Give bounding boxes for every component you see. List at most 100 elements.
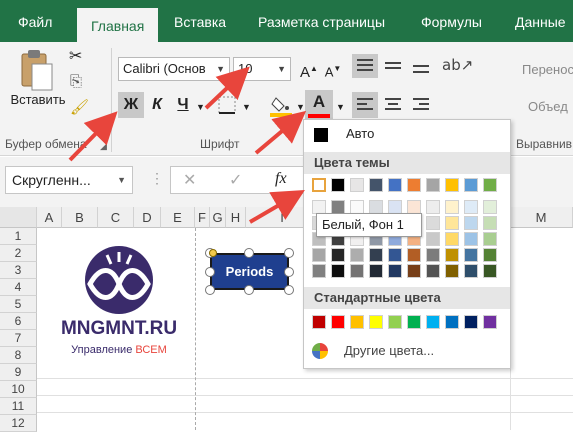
tab-file[interactable]: Файл bbox=[4, 0, 66, 42]
periods-shape[interactable]: Periods bbox=[205, 248, 294, 295]
theme-color-swatch[interactable] bbox=[445, 264, 459, 278]
resize-handle[interactable] bbox=[244, 248, 254, 258]
theme-color-swatch[interactable] bbox=[407, 264, 421, 278]
resize-handle[interactable] bbox=[284, 267, 294, 277]
theme-color-swatch[interactable] bbox=[350, 178, 364, 192]
standard-color-swatch[interactable] bbox=[407, 315, 421, 329]
align-middle-button[interactable] bbox=[380, 54, 406, 81]
theme-color-swatch[interactable] bbox=[407, 178, 421, 192]
standard-color-swatch[interactable] bbox=[312, 315, 326, 329]
tab-data[interactable]: Данные bbox=[501, 0, 573, 42]
cut-icon[interactable]: ✂ bbox=[69, 46, 82, 65]
theme-color-swatch[interactable] bbox=[464, 200, 478, 214]
row-header[interactable]: 5 bbox=[0, 296, 37, 313]
font-size-combo[interactable]: 10 ▼ bbox=[233, 57, 291, 81]
align-center-button[interactable] bbox=[380, 92, 406, 121]
theme-color-swatch[interactable] bbox=[350, 248, 364, 262]
auto-color-item[interactable]: Авто bbox=[304, 120, 510, 150]
row-header[interactable]: 6 bbox=[0, 313, 37, 330]
tab-formulas[interactable]: Формулы bbox=[407, 0, 496, 42]
theme-color-swatch[interactable] bbox=[426, 178, 440, 192]
theme-color-swatch[interactable] bbox=[426, 200, 440, 214]
theme-color-swatch[interactable] bbox=[369, 264, 383, 278]
select-all-button[interactable] bbox=[0, 207, 37, 228]
font-color-button[interactable]: А bbox=[305, 90, 333, 120]
italic-button[interactable]: К bbox=[144, 92, 170, 118]
adjust-handle[interactable] bbox=[209, 249, 217, 257]
column-header[interactable]: D bbox=[134, 207, 161, 228]
tab-page-layout[interactable]: Разметка страницы bbox=[244, 0, 399, 42]
shrink-font-button[interactable]: А▼ bbox=[320, 56, 346, 82]
column-header[interactable]: C bbox=[98, 207, 134, 228]
theme-color-swatch[interactable] bbox=[426, 264, 440, 278]
borders-button[interactable] bbox=[214, 92, 240, 118]
theme-color-swatch[interactable] bbox=[483, 178, 497, 192]
column-header[interactable]: F bbox=[195, 207, 210, 228]
theme-color-swatch[interactable] bbox=[445, 232, 459, 246]
align-top-button[interactable] bbox=[352, 54, 378, 78]
row-header[interactable]: 7 bbox=[0, 330, 37, 347]
orientation-icon[interactable]: ab↗ bbox=[442, 56, 473, 74]
theme-color-swatch[interactable] bbox=[483, 216, 497, 230]
row-header[interactable]: 10 bbox=[0, 381, 37, 398]
align-left-button[interactable] bbox=[352, 92, 378, 118]
underline-button[interactable]: Ч bbox=[170, 92, 196, 118]
column-header[interactable]: E bbox=[161, 207, 195, 228]
column-header[interactable]: M bbox=[510, 207, 573, 228]
tab-insert[interactable]: Вставка bbox=[160, 0, 240, 42]
align-bottom-button[interactable] bbox=[408, 54, 434, 81]
standard-color-swatch[interactable] bbox=[445, 315, 459, 329]
theme-color-swatch[interactable] bbox=[312, 264, 326, 278]
resize-handle[interactable] bbox=[284, 285, 294, 295]
row-header[interactable]: 8 bbox=[0, 347, 37, 364]
row-header[interactable]: 3 bbox=[0, 262, 37, 279]
theme-color-swatch[interactable] bbox=[388, 178, 402, 192]
theme-color-swatch[interactable] bbox=[445, 248, 459, 262]
theme-color-swatch[interactable] bbox=[445, 178, 459, 192]
theme-color-swatch[interactable] bbox=[312, 248, 326, 262]
chevron-down-icon[interactable]: ▼ bbox=[336, 102, 345, 112]
standard-color-swatch[interactable] bbox=[350, 315, 364, 329]
theme-color-swatch[interactable] bbox=[369, 248, 383, 262]
theme-color-swatch[interactable] bbox=[331, 200, 345, 214]
row-header[interactable]: 1 bbox=[0, 228, 37, 245]
standard-color-swatch[interactable] bbox=[483, 315, 497, 329]
align-right-button[interactable] bbox=[408, 92, 434, 121]
chevron-down-icon[interactable]: ▼ bbox=[296, 102, 305, 112]
theme-color-swatch[interactable] bbox=[483, 264, 497, 278]
column-header[interactable]: H bbox=[226, 207, 246, 228]
grow-font-button[interactable]: А▲ bbox=[296, 56, 322, 82]
merge-button[interactable]: Объед bbox=[528, 99, 568, 114]
theme-color-swatch[interactable] bbox=[369, 178, 383, 192]
theme-color-swatch[interactable] bbox=[312, 178, 326, 192]
theme-color-swatch[interactable] bbox=[483, 232, 497, 246]
theme-color-swatch[interactable] bbox=[464, 216, 478, 230]
theme-color-swatch[interactable] bbox=[464, 248, 478, 262]
clipboard-launcher-icon[interactable]: ◢ bbox=[100, 141, 107, 152]
tab-home[interactable]: Главная bbox=[77, 8, 159, 42]
standard-color-swatch[interactable] bbox=[464, 315, 478, 329]
row-header[interactable]: 2 bbox=[0, 245, 37, 262]
logo-picture[interactable]: MNGMNT.RU Управление ВСЕМ bbox=[52, 244, 186, 369]
bold-button[interactable]: Ж bbox=[118, 92, 144, 118]
insert-function-button[interactable]: fx bbox=[275, 170, 287, 188]
column-header[interactable]: B bbox=[62, 207, 98, 228]
standard-color-swatch[interactable] bbox=[331, 315, 345, 329]
theme-color-swatch[interactable] bbox=[350, 200, 364, 214]
column-header[interactable]: A bbox=[37, 207, 62, 228]
enter-icon[interactable]: ✓ bbox=[229, 170, 242, 189]
theme-color-swatch[interactable] bbox=[331, 248, 345, 262]
copy-icon[interactable]: ⎘ bbox=[70, 72, 82, 90]
theme-color-swatch[interactable] bbox=[350, 264, 364, 278]
format-painter-icon[interactable]: 🖌 bbox=[70, 98, 89, 116]
theme-color-swatch[interactable] bbox=[331, 264, 345, 278]
resize-handle[interactable] bbox=[205, 285, 215, 295]
standard-color-swatch[interactable] bbox=[369, 315, 383, 329]
column-header[interactable]: G bbox=[210, 207, 226, 228]
theme-color-swatch[interactable] bbox=[464, 232, 478, 246]
theme-color-swatch[interactable] bbox=[426, 216, 440, 230]
theme-color-swatch[interactable] bbox=[426, 232, 440, 246]
theme-color-swatch[interactable] bbox=[445, 200, 459, 214]
theme-color-swatch[interactable] bbox=[369, 200, 383, 214]
theme-color-swatch[interactable] bbox=[445, 216, 459, 230]
